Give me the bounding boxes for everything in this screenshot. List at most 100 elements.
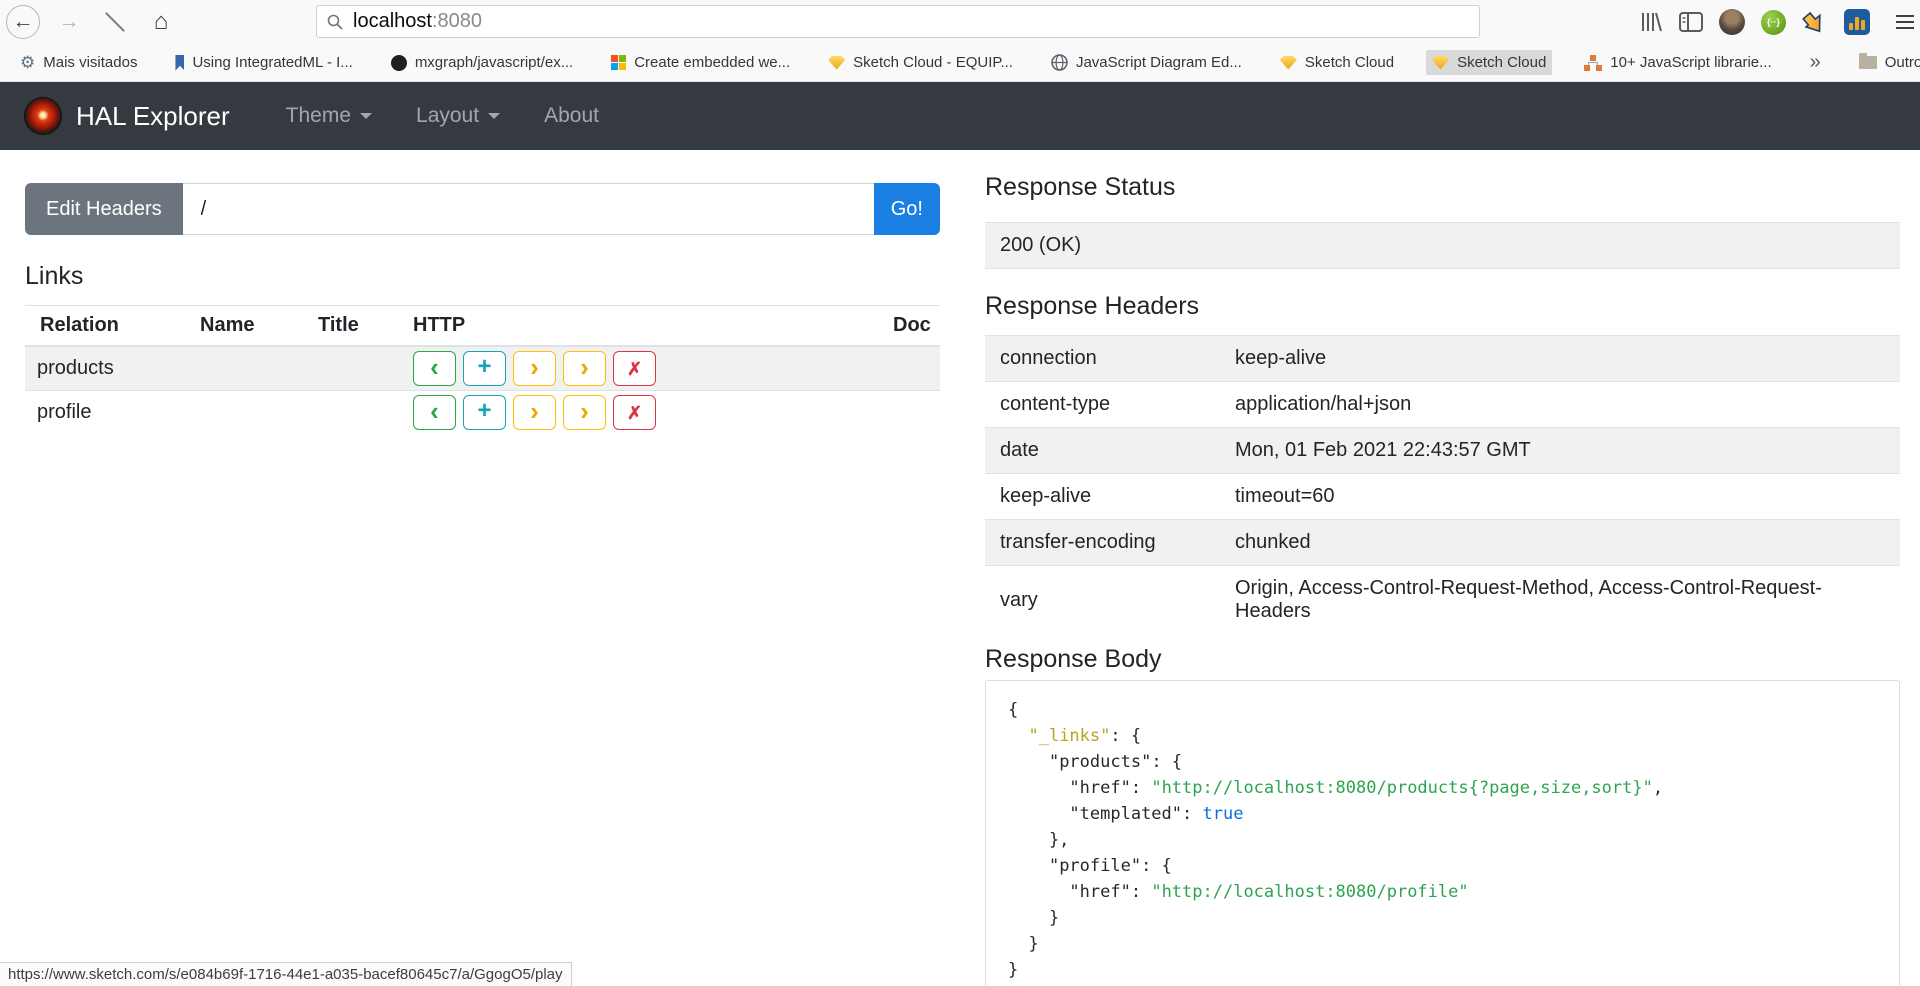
chevron-right-icon: › — [530, 354, 539, 380]
header-key: connection — [985, 336, 1220, 382]
globe-icon — [1051, 54, 1068, 71]
x-icon: ✗ — [627, 360, 642, 378]
delete-button[interactable]: ✗ — [613, 395, 656, 430]
nav-about-link[interactable]: About — [544, 104, 599, 128]
account-avatar[interactable] — [1719, 9, 1745, 35]
reload-icon — [102, 9, 128, 35]
patch-button[interactable]: › — [563, 395, 606, 430]
put-button[interactable]: › — [513, 395, 556, 430]
bookmarks-overflow-chevron[interactable]: » — [1804, 51, 1827, 74]
header-value: keep-alive — [1220, 336, 1900, 382]
brand-title[interactable]: HAL Explorer — [76, 101, 230, 132]
bookmark-label: mxgraph/javascript/ex... — [415, 54, 573, 71]
bookmarks-bar: ⚙ Mais visitados Using IntegratedML - I.… — [0, 44, 1920, 82]
name-cell — [185, 346, 303, 391]
green-extension-icon[interactable]: {··} — [1761, 10, 1786, 35]
bookmark-mais-visitados[interactable]: ⚙ Mais visitados — [14, 50, 143, 75]
bookmark-label: Sketch Cloud - EQUIP... — [853, 54, 1013, 71]
main-content: Edit Headers Go! Links Relation Name Tit… — [0, 150, 1920, 986]
link-row-products: products ‹ + › › ✗ — [25, 346, 940, 391]
reload-button[interactable] — [98, 5, 132, 39]
http-buttons: ‹ + › › ✗ — [413, 395, 863, 430]
post-button[interactable]: + — [463, 351, 506, 386]
chart-extension-icon[interactable] — [1844, 9, 1870, 35]
bookmark-other-favorites[interactable]: Outros favoritos — [1853, 50, 1920, 75]
url-bar[interactable]: localhost:8080 — [316, 5, 1480, 38]
uri-input[interactable] — [183, 183, 874, 235]
header-row: vary Origin, Access-Control-Request-Meth… — [985, 566, 1900, 635]
go-button[interactable]: Go! — [874, 183, 940, 235]
nav-layout-dropdown[interactable]: Layout — [416, 104, 500, 128]
get-button[interactable]: ‹ — [413, 395, 456, 430]
header-key: date — [985, 428, 1220, 474]
code-line: "profile": { — [1008, 853, 1877, 879]
code-line: }, — [1008, 827, 1877, 853]
header-key: transfer-encoding — [985, 520, 1220, 566]
code-line: } — [1008, 957, 1877, 983]
bookmark-using-integratedml[interactable]: Using IntegratedML - I... — [169, 50, 358, 75]
browser-toolbar: ← → ⌂ localhost:8080 {··} — [0, 0, 1920, 44]
get-button[interactable]: ‹ — [413, 351, 456, 386]
home-button[interactable]: ⌂ — [144, 5, 178, 39]
right-panel: Response Status 200 (OK) Response Header… — [985, 150, 1900, 986]
relation-label: profile — [25, 391, 185, 435]
code-line: "href": "http://localhost:8080/profile" — [1008, 879, 1877, 905]
column-header-title: Title — [303, 306, 398, 347]
header-value: Mon, 01 Feb 2021 22:43:57 GMT — [1220, 428, 1900, 474]
bookmark-label: Sketch Cloud — [1305, 54, 1394, 71]
arrow-extension-icon[interactable] — [1802, 9, 1828, 35]
back-arrow-icon: ← — [13, 10, 34, 34]
response-headers-title: Response Headers — [985, 291, 1900, 321]
status-row: 200 (OK) — [985, 223, 1900, 269]
patch-button[interactable]: › — [563, 351, 606, 386]
code-line: } — [1008, 931, 1877, 957]
url-port-text: :8080 — [432, 10, 482, 33]
github-icon — [391, 55, 407, 71]
url-text: localhost — [353, 10, 432, 33]
code-line: "products": { — [1008, 749, 1877, 775]
back-button[interactable]: ← — [6, 5, 40, 39]
doc-cell — [878, 346, 940, 391]
bookmark-label: Mais visitados — [43, 54, 137, 71]
delete-button[interactable]: ✗ — [613, 351, 656, 386]
bookmark-js-diagram-editor[interactable]: JavaScript Diagram Ed... — [1045, 50, 1248, 75]
response-body-code: { "_links": { "products": { "href": "htt… — [1008, 697, 1877, 983]
bookmark-create-embedded[interactable]: Create embedded we... — [605, 50, 796, 75]
plus-icon: + — [477, 399, 491, 423]
forward-button[interactable]: → — [52, 5, 86, 39]
bookmark-sketch-cloud-equip[interactable]: Sketch Cloud - EQUIP... — [822, 50, 1019, 75]
title-cell — [303, 391, 398, 435]
header-row: keep-alive timeout=60 — [985, 474, 1900, 520]
edit-headers-button[interactable]: Edit Headers — [25, 183, 183, 235]
x-icon: ✗ — [627, 404, 642, 422]
library-icon[interactable] — [1639, 11, 1663, 33]
http-buttons: ‹ + › › ✗ — [413, 351, 863, 386]
menu-button[interactable] — [1896, 15, 1914, 29]
bookmark-mxgraph[interactable]: mxgraph/javascript/ex... — [385, 50, 579, 75]
post-button[interactable]: + — [463, 395, 506, 430]
bookmark-label: 10+ JavaScript librarie... — [1610, 54, 1771, 71]
header-value: Origin, Access-Control-Request-Method, A… — [1220, 566, 1900, 635]
header-row: content-type application/hal+json — [985, 382, 1900, 428]
header-row: transfer-encoding chunked — [985, 520, 1900, 566]
chevron-down-icon — [360, 113, 372, 119]
home-icon: ⌂ — [154, 8, 169, 36]
column-header-http: HTTP — [398, 306, 878, 347]
put-button[interactable]: › — [513, 351, 556, 386]
bookmark-10-js-libraries[interactable]: 10+ JavaScript librarie... — [1578, 50, 1777, 75]
nav-theme-dropdown[interactable]: Theme — [286, 104, 372, 128]
sidebar-toggle-icon[interactable] — [1679, 12, 1703, 32]
bookmark-sketch-cloud-2[interactable]: Sketch Cloud — [1426, 50, 1552, 75]
bookmark-sketch-cloud-1[interactable]: Sketch Cloud — [1274, 50, 1400, 75]
sitemap-icon — [1584, 55, 1602, 71]
request-bar: Edit Headers Go! — [25, 183, 940, 235]
column-header-name: Name — [185, 306, 303, 347]
response-body-title: Response Body — [985, 644, 1900, 674]
search-icon — [327, 14, 343, 30]
chevron-right-icon: › — [580, 398, 589, 424]
bookmark-label: JavaScript Diagram Ed... — [1076, 54, 1242, 71]
header-key: vary — [985, 566, 1220, 635]
response-status-table: 200 (OK) — [985, 222, 1900, 269]
header-row: connection keep-alive — [985, 336, 1900, 382]
bookmark-label: Sketch Cloud — [1457, 54, 1546, 71]
